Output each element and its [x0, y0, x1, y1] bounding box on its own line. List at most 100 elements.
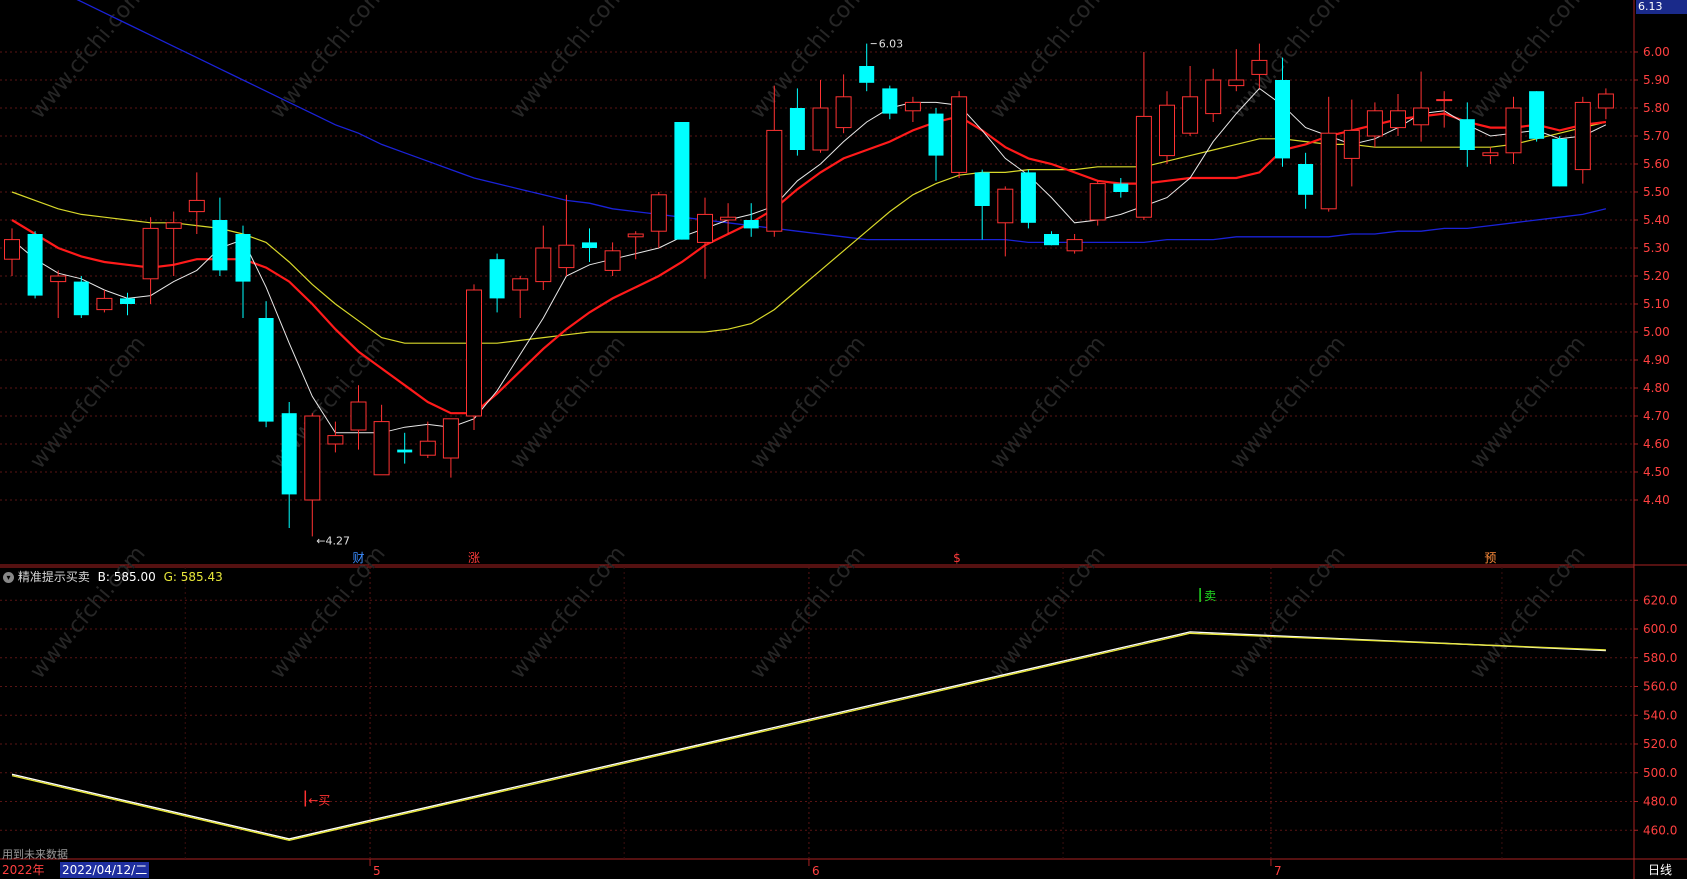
candle-body — [1390, 110, 1406, 129]
candle-body — [859, 66, 875, 83]
candle — [1574, 96, 1591, 184]
candle — [604, 242, 621, 276]
watermark-text: www.cfchi.com — [985, 331, 1110, 473]
candle-body — [512, 278, 529, 291]
candle-body — [974, 172, 990, 206]
candle-body — [789, 108, 805, 150]
candle — [674, 122, 690, 240]
candle-body — [96, 297, 113, 311]
watermark-text: www.cfchi.com — [505, 0, 630, 124]
price-tick-label: 5.90 — [1643, 73, 1670, 87]
candle-body — [1436, 99, 1453, 102]
candle — [419, 421, 436, 458]
candle-body — [1251, 59, 1268, 75]
candle-body — [1366, 110, 1383, 137]
candle-body — [1135, 115, 1152, 218]
candle-body — [720, 216, 737, 221]
candle-body — [397, 449, 413, 453]
price-tick-label: 4.50 — [1643, 465, 1670, 479]
indicator-name: 精准提示买卖 — [17, 570, 90, 584]
candle — [1020, 169, 1036, 229]
candle — [397, 432, 413, 464]
annotations: 6.03 ←4.27 ←买 卖 财 涨 $ 预 — [304, 38, 1496, 808]
candle — [1089, 180, 1106, 226]
candle-body — [1228, 79, 1245, 87]
price-tick-label: 5.00 — [1643, 325, 1670, 339]
stock-chart[interactable]: www.cfchi.com www.cfchi.com www.cfchi.com w… — [0, 0, 1687, 879]
high-price-label: 6.03 — [879, 38, 904, 51]
candle — [1482, 147, 1499, 164]
watermark-text: www.cfchi.com — [265, 541, 390, 683]
price-tick-label: 4.70 — [1643, 409, 1670, 423]
candle-body — [419, 440, 436, 456]
candle-body — [327, 435, 344, 445]
candle-body — [304, 415, 321, 501]
candle — [1320, 96, 1337, 212]
candle-body — [1159, 104, 1175, 157]
candle — [1159, 91, 1175, 164]
indicator-g-value: G: 585.43 — [163, 570, 223, 584]
candle-body — [1044, 234, 1059, 246]
candle-body — [1529, 91, 1545, 139]
candle-body — [212, 220, 228, 271]
candle-body — [1574, 101, 1591, 171]
candle-body — [350, 401, 367, 431]
month-label: 5 — [373, 864, 381, 878]
watermark-text: www.cfchi.com — [985, 541, 1110, 683]
ma-red-line — [11, 112, 1607, 415]
future-data-note: 用到未来数据 — [2, 848, 68, 861]
indicator-tick-label: 460.0 — [1643, 823, 1677, 837]
period-label[interactable]: 日线 — [1648, 862, 1672, 878]
candle — [835, 74, 852, 134]
watermark-text: www.cfchi.com — [1225, 541, 1350, 683]
candle — [1505, 96, 1522, 164]
candle-body — [50, 275, 67, 283]
candle-body — [235, 234, 251, 282]
indicator-axis: 620.0 600.0 580.0 560.0 540.0 520.0 500.0 480.0… — [1634, 593, 1677, 837]
price-tick-label: 5.30 — [1643, 241, 1670, 255]
candle — [859, 43, 875, 92]
price-tick-label: 5.80 — [1643, 101, 1670, 115]
candle-body — [904, 101, 921, 112]
indicator-line-g — [11, 632, 1606, 841]
cursor-date[interactable]: 2022/04/12/二 — [60, 862, 150, 878]
candle — [327, 421, 344, 453]
candle — [212, 197, 228, 276]
candle — [558, 194, 575, 276]
collapse-icon[interactable]: ▾ — [3, 572, 14, 583]
watermark-text: www.cfchi.com — [985, 0, 1110, 124]
price-tick-label: 5.10 — [1643, 297, 1670, 311]
candle — [142, 217, 159, 304]
candle — [882, 85, 898, 120]
sell-label: 卖 — [1204, 589, 1216, 603]
watermark-text: www.cfchi.com — [1225, 331, 1350, 473]
indicator-tick-label: 480.0 — [1643, 795, 1677, 809]
candle-body — [535, 247, 552, 283]
candle-body — [142, 227, 159, 280]
candle-body — [1413, 107, 1430, 126]
candle — [1552, 136, 1568, 187]
candle — [997, 186, 1014, 257]
candle — [1044, 231, 1059, 246]
watermark-text: www.cfchi.com — [745, 0, 870, 124]
candle-body — [466, 289, 482, 417]
event-marker: 预 — [1484, 551, 1496, 565]
candle — [281, 402, 297, 528]
current-price: 6.13 — [1638, 0, 1663, 13]
candle — [373, 404, 390, 476]
candle-body — [1459, 119, 1475, 150]
indicator-tick-label: 560.0 — [1643, 680, 1677, 694]
candle-body — [120, 298, 135, 304]
candle — [258, 301, 274, 428]
candle-body — [743, 220, 759, 229]
candle — [1066, 234, 1083, 254]
candle-body — [4, 239, 20, 260]
candle — [50, 270, 67, 318]
candle-body — [558, 244, 575, 269]
candle-body — [281, 413, 297, 495]
candle-body — [1552, 138, 1568, 187]
candle-body — [812, 107, 829, 151]
candle-body — [835, 96, 852, 129]
candle — [951, 91, 968, 178]
candle — [73, 276, 89, 318]
